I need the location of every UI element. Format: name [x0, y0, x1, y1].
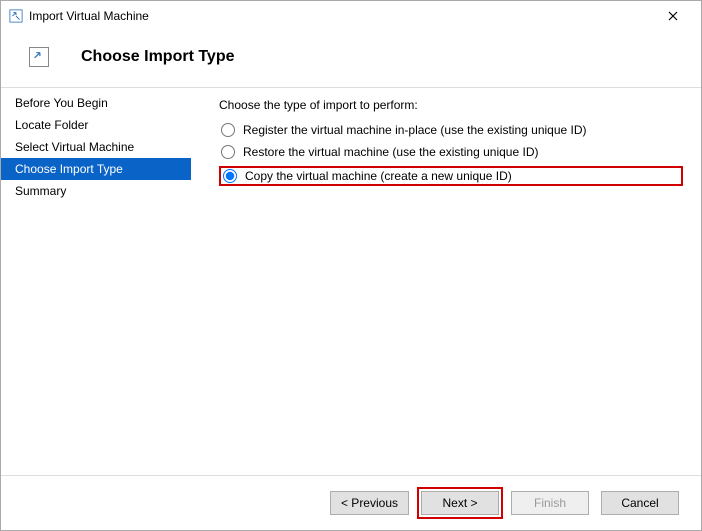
step-select-virtual-machine[interactable]: Select Virtual Machine: [1, 136, 191, 158]
wizard-window: Import Virtual Machine Choose Import Typ…: [0, 0, 702, 531]
import-icon: [29, 47, 49, 67]
titlebar: Import Virtual Machine: [1, 1, 701, 31]
close-button[interactable]: [653, 1, 693, 31]
label-copy[interactable]: Copy the virtual machine (create a new u…: [245, 169, 512, 183]
step-choose-import-type[interactable]: Choose Import Type: [1, 158, 191, 180]
wizard-header: Choose Import Type: [1, 31, 701, 87]
app-icon: [9, 9, 23, 23]
radio-restore[interactable]: [221, 145, 235, 159]
next-button[interactable]: Next >: [421, 491, 499, 515]
option-register-in-place[interactable]: Register the virtual machine in-place (u…: [219, 122, 683, 138]
wizard-footer: < Previous Next > Finish Cancel: [1, 476, 701, 530]
option-copy[interactable]: Copy the virtual machine (create a new u…: [219, 166, 683, 186]
window-title: Import Virtual Machine: [29, 9, 149, 23]
import-type-options: Register the virtual machine in-place (u…: [219, 122, 683, 186]
step-summary[interactable]: Summary: [1, 180, 191, 202]
option-restore[interactable]: Restore the virtual machine (use the exi…: [219, 144, 683, 160]
radio-copy[interactable]: [223, 169, 237, 183]
cancel-button[interactable]: Cancel: [601, 491, 679, 515]
step-locate-folder[interactable]: Locate Folder: [1, 114, 191, 136]
wizard-body: Before You Begin Locate Folder Select Vi…: [1, 87, 701, 476]
radio-register-in-place[interactable]: [221, 123, 235, 137]
import-type-prompt: Choose the type of import to perform:: [219, 98, 683, 112]
label-restore[interactable]: Restore the virtual machine (use the exi…: [243, 145, 538, 159]
previous-button[interactable]: < Previous: [330, 491, 409, 515]
wizard-steps-sidebar: Before You Begin Locate Folder Select Vi…: [1, 88, 191, 475]
page-title: Choose Import Type: [81, 48, 235, 66]
finish-button[interactable]: Finish: [511, 491, 589, 515]
step-before-you-begin[interactable]: Before You Begin: [1, 92, 191, 114]
label-register-in-place[interactable]: Register the virtual machine in-place (u…: [243, 123, 587, 137]
wizard-content: Choose the type of import to perform: Re…: [191, 88, 701, 475]
